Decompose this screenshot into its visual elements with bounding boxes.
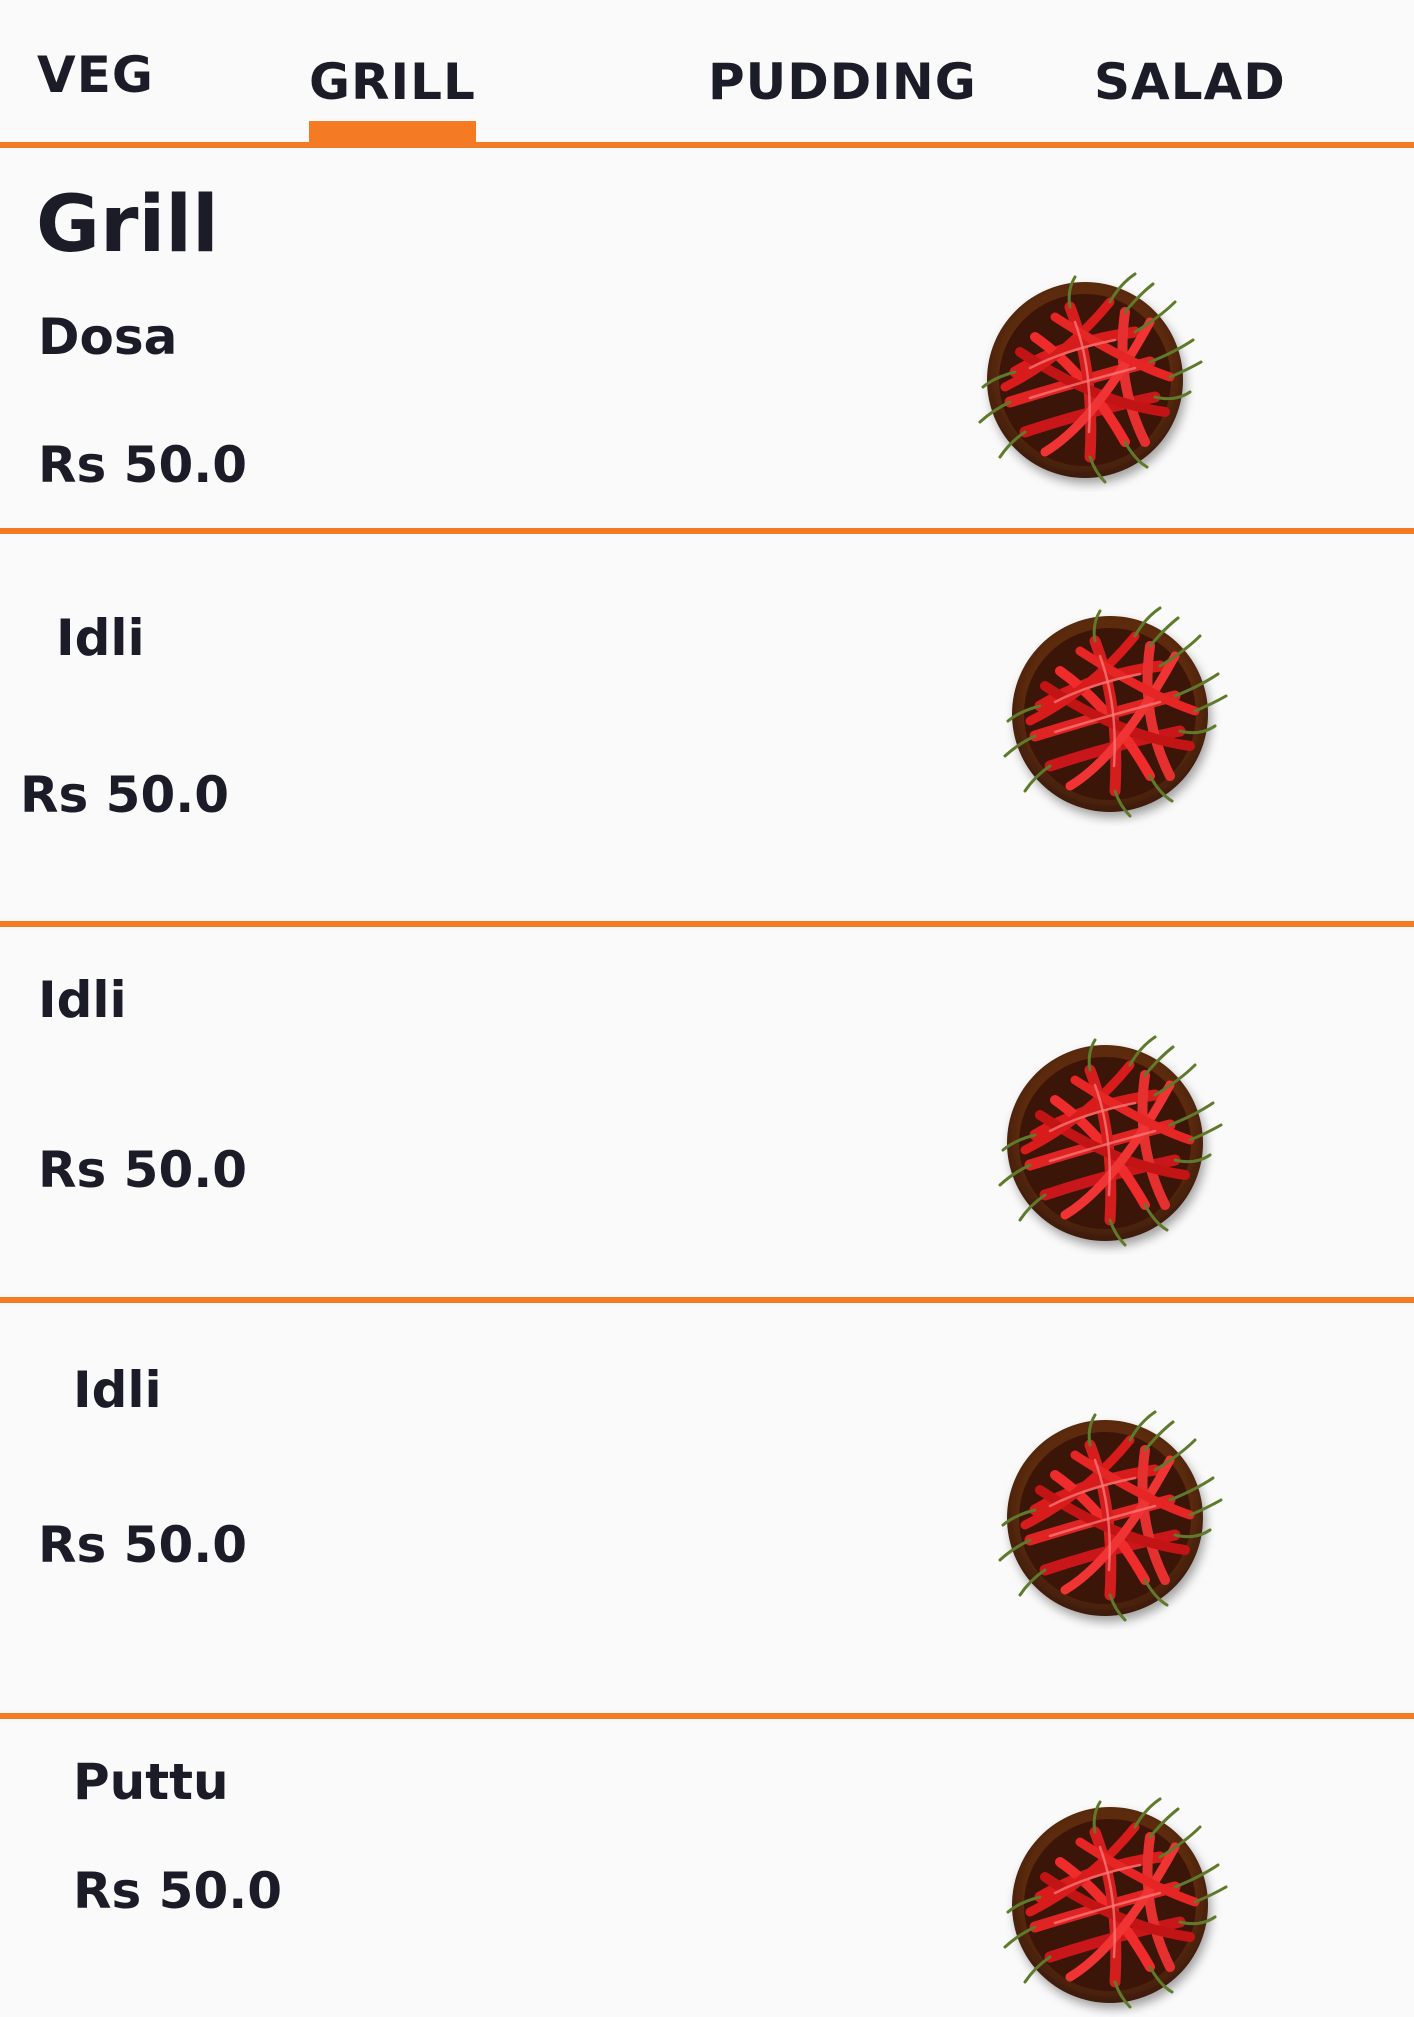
tab-pudding[interactable]: PUDDING [708,53,977,111]
item-divider [0,528,1414,534]
tab-salad[interactable]: SALAD [1094,53,1286,111]
chili-bowl-icon [1000,1787,1230,2017]
item-price: Rs 50.0 [73,1862,283,1920]
item-divider [0,1297,1414,1303]
tab-veg[interactable]: VEG [37,46,154,104]
chili-bowl-icon [1000,596,1230,826]
chili-bowl-icon [995,1400,1225,1630]
chili-bowl-icon [975,262,1205,492]
item-price: Rs 50.0 [38,436,248,494]
active-tab-indicator [309,121,476,142]
item-name: Idli [38,971,127,1029]
item-name: Idli [56,609,145,667]
chili-bowl-icon [995,1025,1225,1255]
item-divider [0,1713,1414,1719]
item-divider [0,921,1414,927]
item-price: Rs 50.0 [20,766,230,824]
item-name: Puttu [73,1753,229,1811]
category-tab-bar: VEG GRILL PUDDING SALAD [0,0,1414,148]
item-name: Idli [73,1361,162,1419]
item-price: Rs 50.0 [38,1516,248,1574]
item-name: Dosa [38,308,178,366]
item-price: Rs 50.0 [38,1141,248,1199]
section-title: Grill [36,180,219,270]
tab-grill[interactable]: GRILL [309,53,476,111]
